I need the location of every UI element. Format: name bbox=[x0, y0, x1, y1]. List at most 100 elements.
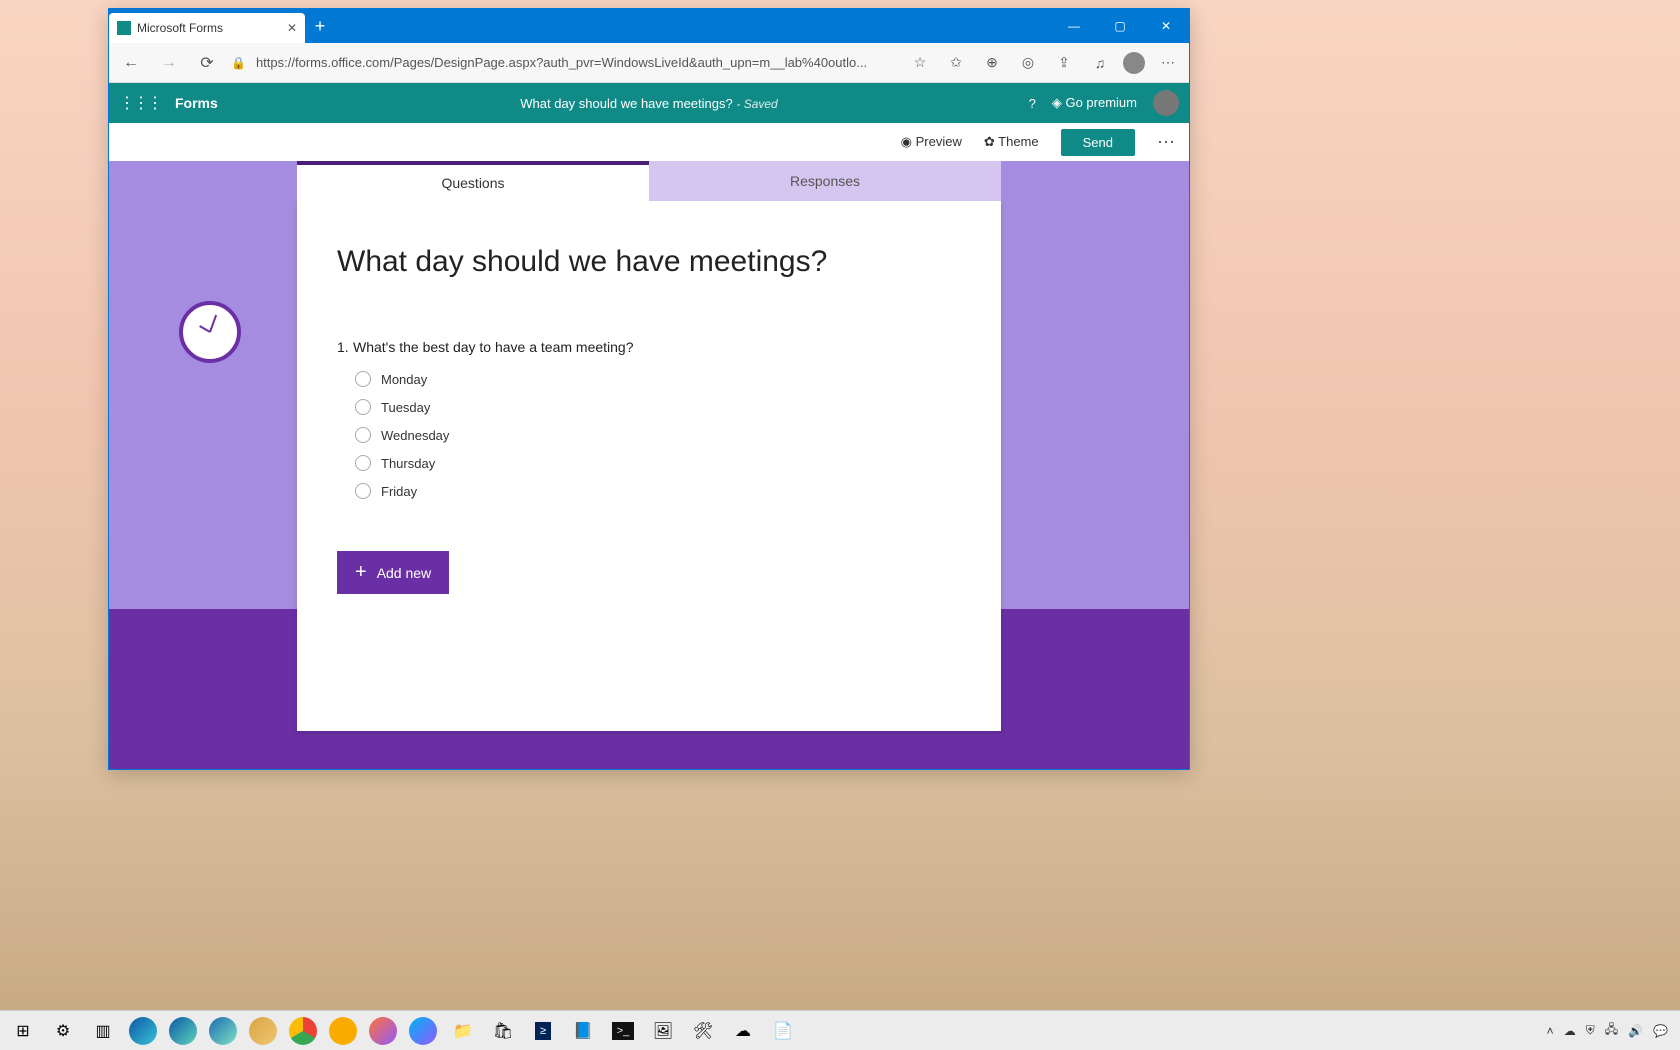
profile-avatar[interactable] bbox=[1123, 52, 1145, 74]
browser-menu-icon[interactable]: ⋯ bbox=[1155, 54, 1181, 71]
onedrive-icon[interactable]: ☁ bbox=[726, 1014, 760, 1048]
add-new-label: Add new bbox=[377, 565, 431, 581]
chrome-canary-icon[interactable] bbox=[326, 1014, 360, 1048]
go-premium-link[interactable]: ◈ Go premium bbox=[1052, 95, 1137, 111]
read-aloud-icon[interactable]: ♫ bbox=[1087, 55, 1113, 71]
edge-icon[interactable] bbox=[126, 1014, 160, 1048]
plus-icon: + bbox=[355, 561, 367, 584]
diamond-icon: ◈ bbox=[1052, 95, 1062, 110]
option-row[interactable]: Tuesday bbox=[355, 399, 961, 415]
option-row[interactable]: Friday bbox=[355, 483, 961, 499]
forms-toolbar: ◉ Preview ✿ Theme Send ⋯ bbox=[109, 123, 1189, 161]
tab-title: Microsoft Forms bbox=[137, 21, 223, 35]
edge-dev-icon[interactable] bbox=[206, 1014, 240, 1048]
share-icon[interactable]: ⇪ bbox=[1051, 54, 1077, 71]
option-label: Thursday bbox=[381, 456, 435, 471]
collections-icon[interactable]: ⊕ bbox=[979, 54, 1005, 71]
notepad-icon[interactable]: 📄 bbox=[766, 1014, 800, 1048]
tab-close-icon[interactable]: ✕ bbox=[287, 21, 297, 35]
edge-beta-icon[interactable] bbox=[166, 1014, 200, 1048]
browser-window: Microsoft Forms ✕ + — ▢ ✕ ← → ⟳ 🔒 https:… bbox=[108, 8, 1190, 770]
tab-responses[interactable]: Responses bbox=[649, 161, 1001, 201]
user-avatar[interactable] bbox=[1153, 90, 1179, 116]
app-header: ⋮⋮⋮ Forms What day should we have meetin… bbox=[109, 83, 1189, 123]
option-label: Wednesday bbox=[381, 428, 449, 443]
tray-security-icon[interactable]: ⛨ bbox=[1586, 1023, 1595, 1038]
theme-label: Theme bbox=[998, 134, 1038, 149]
form-wrapper: Questions Responses What day should we h… bbox=[297, 161, 1001, 731]
question-text: What's the best day to have a team meeti… bbox=[353, 339, 634, 355]
product-name: Forms bbox=[175, 95, 218, 111]
option-label: Tuesday bbox=[381, 400, 430, 415]
close-button[interactable]: ✕ bbox=[1143, 9, 1189, 43]
firefox-dev-icon[interactable] bbox=[406, 1014, 440, 1048]
option-label: Monday bbox=[381, 372, 427, 387]
control-panel-icon[interactable]: 🛠 bbox=[686, 1014, 720, 1048]
more-options-icon[interactable]: ⋯ bbox=[1157, 132, 1175, 153]
tray-cloud-icon[interactable]: ☁ bbox=[1564, 1024, 1576, 1038]
address-bar: ← → ⟳ 🔒 https://forms.office.com/Pages/D… bbox=[109, 43, 1189, 83]
question-number: 1. bbox=[337, 339, 353, 355]
radio-icon bbox=[355, 483, 371, 499]
forward-button[interactable]: → bbox=[155, 54, 183, 72]
help-icon[interactable]: ? bbox=[1029, 96, 1036, 111]
preview-label: Preview bbox=[916, 134, 962, 149]
settings-icon[interactable]: ⚙ bbox=[46, 1014, 80, 1048]
browser-tab[interactable]: Microsoft Forms ✕ bbox=[109, 13, 305, 43]
chrome-icon[interactable] bbox=[286, 1014, 320, 1048]
maximize-button[interactable]: ▢ bbox=[1097, 9, 1143, 43]
option-label: Friday bbox=[381, 484, 417, 499]
back-button[interactable]: ← bbox=[117, 54, 145, 72]
saved-indicator: - Saved bbox=[736, 97, 777, 111]
radio-icon bbox=[355, 455, 371, 471]
tab-questions[interactable]: Questions bbox=[297, 161, 649, 201]
titlebar: Microsoft Forms ✕ + — ▢ ✕ bbox=[109, 9, 1189, 43]
refresh-button[interactable]: ⟳ bbox=[193, 53, 221, 73]
radio-icon bbox=[355, 399, 371, 415]
add-new-button[interactable]: + Add new bbox=[337, 551, 449, 594]
form-title[interactable]: What day should we have meetings? bbox=[337, 245, 961, 279]
options-list: Monday Tuesday Wednesday Thursday Friday bbox=[355, 371, 961, 499]
firefox-icon[interactable] bbox=[366, 1014, 400, 1048]
edge-canary-icon[interactable] bbox=[246, 1014, 280, 1048]
app-icon[interactable]: 📘 bbox=[566, 1014, 600, 1048]
store-icon[interactable]: 🛍 bbox=[486, 1014, 520, 1048]
terminal-icon[interactable]: >_ bbox=[606, 1014, 640, 1048]
form-card: What day should we have meetings? 1.What… bbox=[297, 201, 1001, 731]
radio-icon bbox=[355, 371, 371, 387]
send-button[interactable]: Send bbox=[1061, 129, 1135, 156]
tray-volume-icon[interactable]: 🔊 bbox=[1628, 1024, 1643, 1038]
photos-icon[interactable]: 🖼 bbox=[646, 1014, 680, 1048]
preview-button[interactable]: ◉ Preview bbox=[901, 134, 962, 150]
tray-chevron-icon[interactable]: ˄ bbox=[1547, 1024, 1554, 1038]
theme-button[interactable]: ✿ Theme bbox=[984, 134, 1039, 150]
taskbar: ⊞ ⚙ ▥ 📁 🛍 ≥ 📘 >_ 🖼 🛠 ☁ 📄 ˄ ☁ ⛨ 🖧 🔊 💬 bbox=[0, 1010, 1680, 1050]
forms-app: ⋮⋮⋮ Forms What day should we have meetin… bbox=[109, 83, 1189, 769]
option-row[interactable]: Monday bbox=[355, 371, 961, 387]
favorite-icon[interactable]: ☆ bbox=[907, 54, 933, 71]
tray-network-icon[interactable]: 🖧 bbox=[1605, 1020, 1618, 1041]
palette-icon: ✿ bbox=[984, 134, 995, 149]
file-explorer-icon[interactable]: 📁 bbox=[446, 1014, 480, 1048]
start-button[interactable]: ⊞ bbox=[6, 1014, 40, 1048]
document-title: What day should we have meetings? - Save… bbox=[520, 96, 777, 111]
window-controls: — ▢ ✕ bbox=[1051, 9, 1189, 43]
extension-icon[interactable]: ◎ bbox=[1015, 54, 1041, 71]
task-view-icon[interactable]: ▥ bbox=[86, 1014, 120, 1048]
option-row[interactable]: Wednesday bbox=[355, 427, 961, 443]
powershell-icon[interactable]: ≥ bbox=[526, 1014, 560, 1048]
question-1[interactable]: 1.What's the best day to have a team mee… bbox=[337, 339, 961, 355]
new-tab-button[interactable]: + bbox=[305, 9, 335, 43]
url-text[interactable]: https://forms.office.com/Pages/DesignPag… bbox=[256, 55, 897, 70]
tray-notifications-icon[interactable]: 💬 bbox=[1653, 1024, 1668, 1038]
app-launcher-icon[interactable]: ⋮⋮⋮ bbox=[119, 93, 161, 113]
go-premium-label: Go premium bbox=[1065, 95, 1137, 110]
favorites-bar-icon[interactable]: ✩ bbox=[943, 54, 969, 71]
minimize-button[interactable]: — bbox=[1051, 9, 1097, 43]
clock-illustration bbox=[179, 301, 241, 363]
lock-icon: 🔒 bbox=[231, 56, 246, 70]
form-canvas: Questions Responses What day should we h… bbox=[109, 161, 1189, 769]
eye-icon: ◉ bbox=[901, 134, 912, 149]
tab-favicon bbox=[117, 21, 131, 35]
option-row[interactable]: Thursday bbox=[355, 455, 961, 471]
